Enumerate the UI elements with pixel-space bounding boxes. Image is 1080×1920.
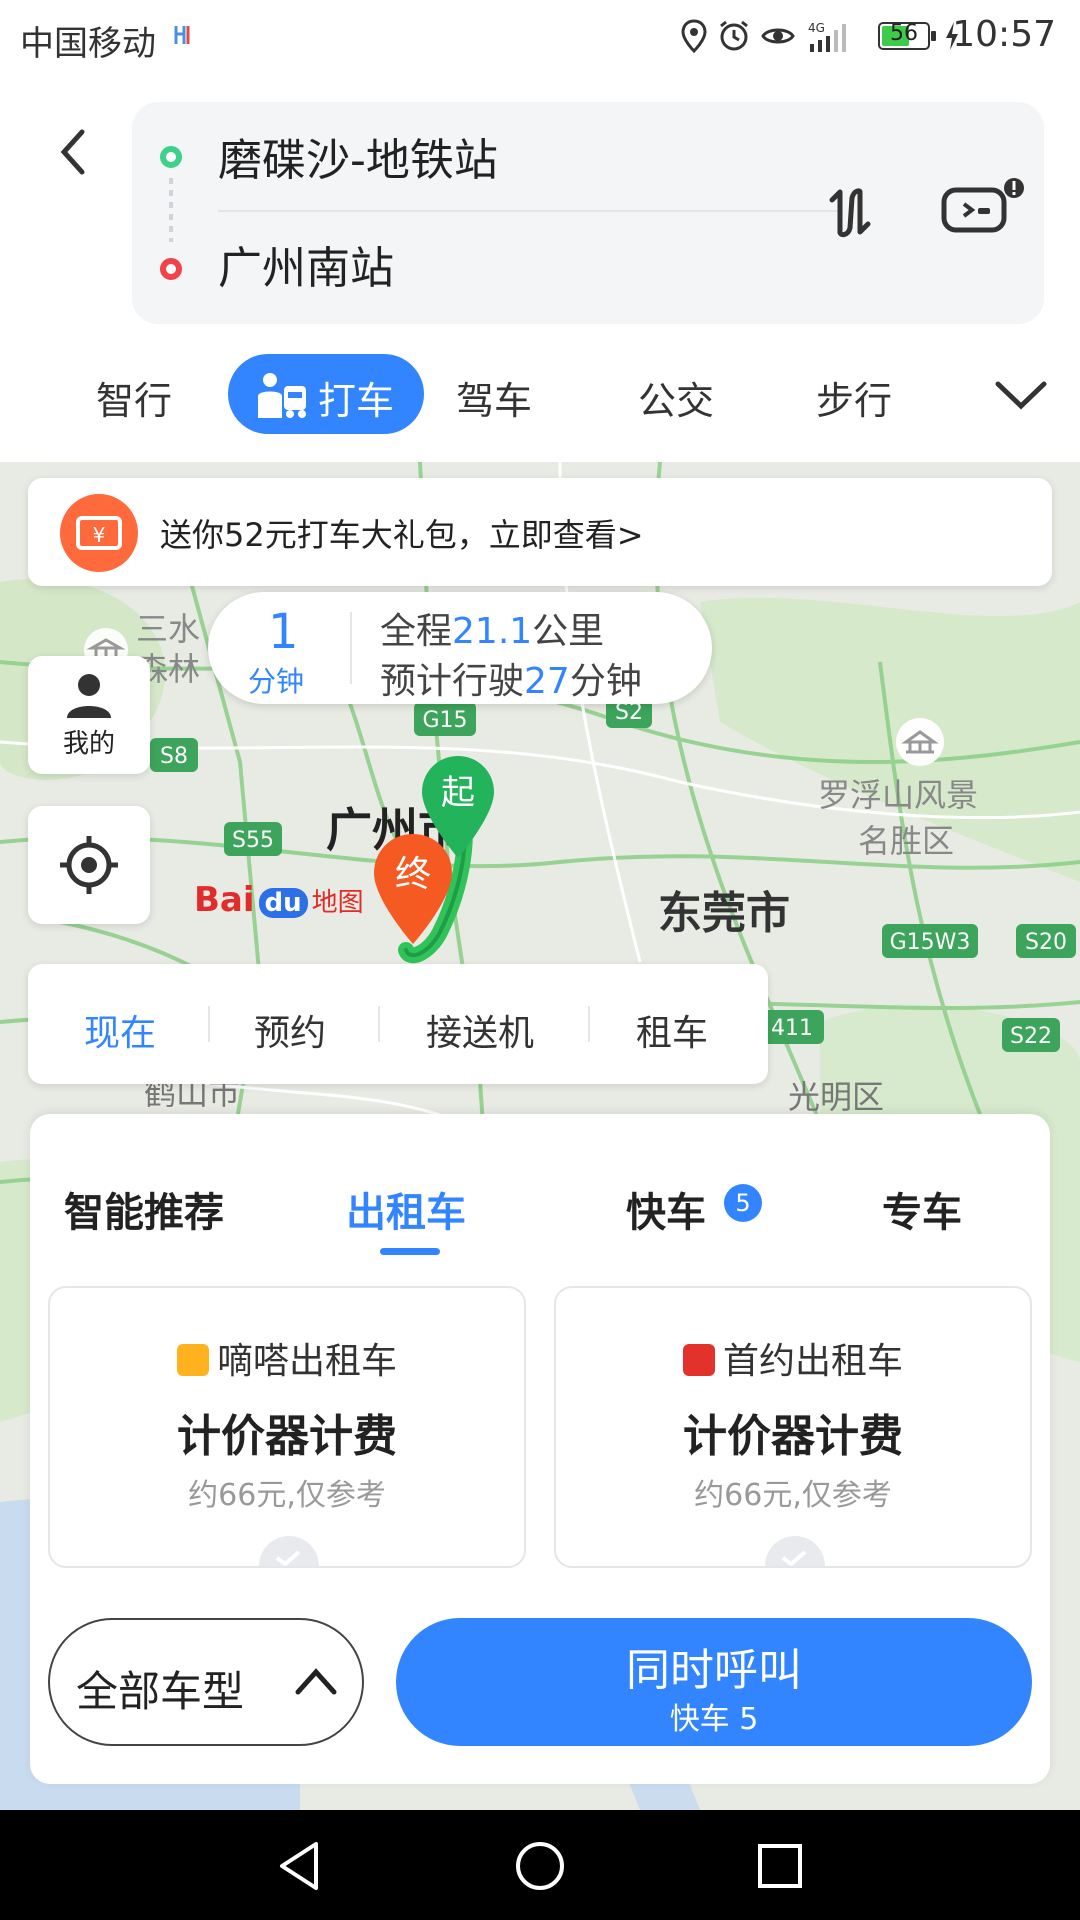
promo-text: 送你52元打车大礼包，立即查看> <box>160 516 644 554</box>
map-label-luofushan-1: 罗浮山风景 <box>818 776 978 814</box>
tab-car-rental[interactable]: 租车 <box>636 1004 708 1056</box>
map-label-sanshui-1: 三水 <box>136 610 200 648</box>
route-duration: 预计行驶27分钟 <box>380 661 642 702</box>
system-nav-bar <box>0 1810 1080 1920</box>
destination-dot-icon <box>160 258 182 280</box>
road-badge-g15w3: G15W3 <box>890 930 971 955</box>
carrier-name: 中国移动 <box>20 24 156 64</box>
active-tab-underline <box>380 1248 440 1255</box>
tab-smart-recommend[interactable]: 智能推荐 <box>64 1180 224 1238</box>
promo-banner[interactable]: ¥ 送你52元打车大礼包，立即查看> <box>28 478 1052 586</box>
start-marker-label: 起 <box>441 773 475 813</box>
signal-4g-icon: 4G <box>808 21 846 52</box>
tab-smart-travel[interactable]: 智行 <box>96 370 172 425</box>
road-badge-s20: S20 <box>1025 930 1067 955</box>
option-card-dida-taxi[interactable]: 嘀嗒出租车 计价器计费 约66元,仅参考 <box>48 1286 526 1568</box>
tab-airport-transfer[interactable]: 接送机 <box>426 1004 534 1056</box>
route-distance: 全程21.1公里 <box>380 611 605 652</box>
svg-text:¥: ¥ <box>93 523 106 547</box>
swap-route-icon[interactable] <box>822 184 878 240</box>
summary-divider <box>350 612 352 684</box>
nav-recents-icon[interactable] <box>752 1838 808 1894</box>
option-estimate: 约66元,仅参考 <box>188 1478 386 1513</box>
route-header: 磨碟沙-地铁站 广州南站 <box>0 76 1080 334</box>
road-badge-s22: S22 <box>1010 1024 1052 1049</box>
option-check-icon[interactable] <box>765 1536 825 1566</box>
baidu-map-logo: Bai du 地图 <box>194 880 364 930</box>
route-connector <box>169 178 173 242</box>
call-button-sublabel: 快车 5 <box>669 1702 759 1737</box>
svg-text:4G: 4G <box>808 21 825 35</box>
tab-walk[interactable]: 步行 <box>816 370 892 425</box>
tab-drive[interactable]: 驾车 <box>456 370 532 425</box>
status-bar: 中国移动 4G 56 10:57 <box>0 0 1080 76</box>
taxi-person-icon <box>258 373 306 418</box>
map-label-luofushan-2: 名胜区 <box>858 822 954 860</box>
origin-input[interactable]: 磨碟沙-地铁站 <box>218 124 498 188</box>
route-divider <box>218 210 838 212</box>
tab-express[interactable]: 快车 <box>626 1180 706 1238</box>
end-marker-icon[interactable]: 终 <box>370 830 456 948</box>
clock: 10:57 <box>952 14 1056 55</box>
more-modes-chevron-icon[interactable] <box>994 378 1048 412</box>
my-profile-label: 我的 <box>62 729 115 759</box>
nav-back-icon[interactable] <box>272 1838 328 1894</box>
baidu-logo-text: Bai <box>194 880 255 920</box>
route-summary-bubble: 1 分钟 全程21.1公里 预计行驶27分钟 <box>208 592 712 704</box>
road-badge-411: 411 <box>771 1016 813 1041</box>
my-profile-button[interactable]: 我的 <box>28 656 150 774</box>
call-simultaneously-button[interactable]: 同时呼叫 快车 5 <box>396 1618 1032 1746</box>
option-estimate: 约66元,仅参考 <box>694 1478 892 1513</box>
dida-logo-icon <box>176 1344 209 1376</box>
end-marker-label: 终 <box>395 854 431 895</box>
hd-badge <box>172 20 196 50</box>
baidu-paw-icon: du <box>258 888 308 918</box>
tab-bus[interactable]: 公交 <box>638 370 714 425</box>
transport-mode-tabs: 智行 打车 驾车 公交 步行 <box>0 334 1080 462</box>
alarm-icon <box>720 20 748 51</box>
option-brand: 嘀嗒出租车 <box>50 1332 524 1384</box>
car-type-label: 全部车型 <box>76 1667 245 1716</box>
road-badge-g15: G15 <box>422 708 467 733</box>
locate-target-icon <box>60 836 118 894</box>
origin-dot-icon <box>160 146 182 168</box>
battery-indicator: 56 <box>878 21 936 50</box>
eye-icon <box>761 28 795 44</box>
shouyue-logo-icon <box>682 1344 715 1376</box>
booking-time-tabs: 现在 预约 接送机 租车 <box>28 964 768 1084</box>
road-badge-s55: S55 <box>232 828 274 853</box>
call-button-label: 同时呼叫 <box>626 1645 802 1696</box>
road-badge-s8: S8 <box>160 744 188 769</box>
tab-taxi[interactable]: 打车 <box>228 354 424 434</box>
option-brand: 首约出租车 <box>556 1332 1030 1384</box>
express-count-badge: 5 <box>724 1184 762 1222</box>
location-icon <box>681 19 707 54</box>
option-check-icon[interactable] <box>259 1536 319 1566</box>
chevron-up-icon <box>295 1668 337 1695</box>
map-label-dongguan: 东莞市 <box>658 888 790 939</box>
option-price-type: 计价器计费 <box>177 1411 397 1462</box>
pickup-minutes: 1 <box>268 604 299 660</box>
battery-level: 56 <box>890 21 918 46</box>
destination-input[interactable]: 广州南站 <box>218 232 394 296</box>
map-label-guangming: 光明区 <box>788 1078 884 1116</box>
baidu-map-text: 地图 <box>311 888 364 918</box>
route-input-box: 磨碟沙-地铁站 广州南站 <box>132 102 1044 324</box>
locate-me-button[interactable] <box>28 806 150 924</box>
pickup-minutes-unit: 分钟 <box>248 665 305 698</box>
option-card-shouyue-taxi[interactable]: 首约出租车 计价器计费 约66元,仅参考 <box>554 1286 1032 1568</box>
tab-premium[interactable]: 专车 <box>882 1180 962 1238</box>
route-preference-icon[interactable] <box>938 176 1030 240</box>
back-arrow-icon[interactable] <box>54 124 94 180</box>
car-type-filter-button[interactable]: 全部车型 <box>48 1618 364 1746</box>
tab-now[interactable]: 现在 <box>84 1004 156 1056</box>
nav-home-icon[interactable] <box>512 1838 568 1894</box>
coupon-icon: ¥ <box>60 494 138 572</box>
user-avatar-icon <box>67 674 111 718</box>
tab-reserve[interactable]: 预约 <box>254 1004 326 1056</box>
ride-options-sheet: 智能推荐 出租车 快车 5 专车 嘀嗒出租车 计价器计费 约66元,仅参考 首约… <box>30 1114 1050 1784</box>
tab-taxi-label: 打车 <box>318 379 395 423</box>
tab-taxi-category[interactable]: 出租车 <box>346 1180 466 1238</box>
option-price-type: 计价器计费 <box>683 1411 903 1462</box>
